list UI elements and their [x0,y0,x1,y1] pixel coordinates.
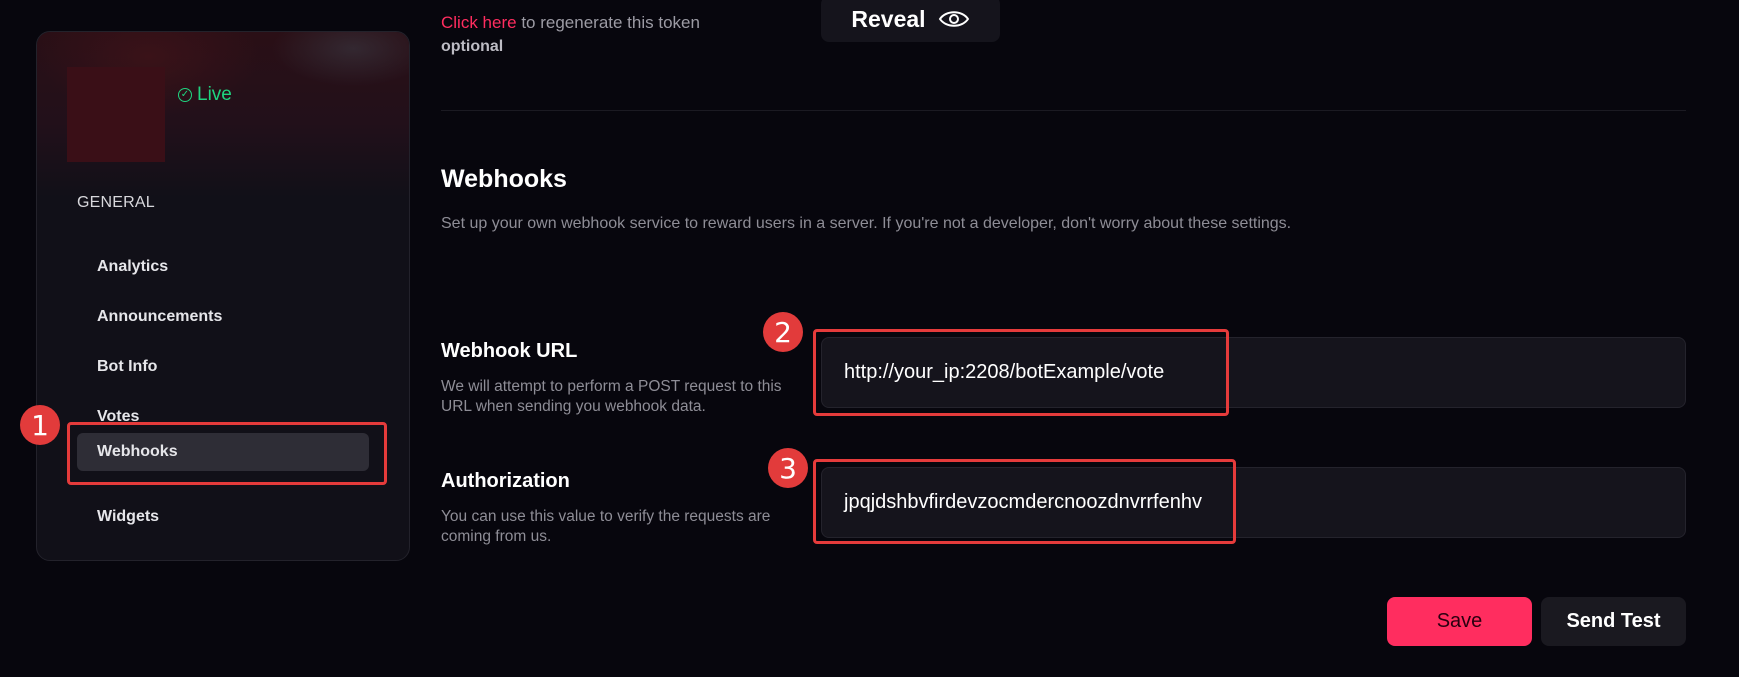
token-regenerate-note: Click here to regenerate this token [441,13,700,33]
regenerate-token-link[interactable]: Click here [441,13,517,32]
webhooks-title: Webhooks [441,165,567,193]
annotation-highlight-webhook-url [813,329,1229,416]
token-optional-label: optional [441,38,504,55]
authorization-description: You can use this value to verify the req… [441,508,771,545]
annotation-highlight-webhooks [67,422,387,485]
check-circle-icon: ✓ [178,88,192,102]
webhook-url-description: We will attempt to perform a POST reques… [441,378,782,415]
sidebar-item-bot-info[interactable]: Bot Info [77,348,369,386]
webhook-url-title: Webhook URL [441,340,578,362]
eye-icon [938,11,969,27]
webhooks-description: Set up your own webhook service to rewar… [441,215,1292,232]
authorization-title: Authorization [441,470,570,492]
annotation-marker-1: 1 [20,405,60,445]
annotation-marker-3: 3 [768,448,808,488]
annotation-marker-2: 2 [763,312,803,352]
annotation-highlight-authorization [813,459,1236,544]
page: ✓ Live GENERAL Analytics Announcements B… [0,0,1739,677]
sidebar-section-general: GENERAL [77,194,155,211]
sidebar-item-widgets[interactable]: Widgets [77,498,369,536]
live-status-label: Live [197,84,232,105]
sidebar-item-announcements[interactable]: Announcements [77,298,369,336]
bot-avatar [67,67,165,162]
token-note-text: to regenerate this token [516,13,700,32]
reveal-label: Reveal [851,5,926,32]
live-status: ✓ Live [178,84,232,106]
send-test-button[interactable]: Send Test [1541,597,1686,646]
reveal-button[interactable]: Reveal [821,0,1000,42]
section-divider [441,110,1686,111]
sidebar-item-analytics[interactable]: Analytics [77,248,369,286]
save-button[interactable]: Save [1387,597,1532,646]
